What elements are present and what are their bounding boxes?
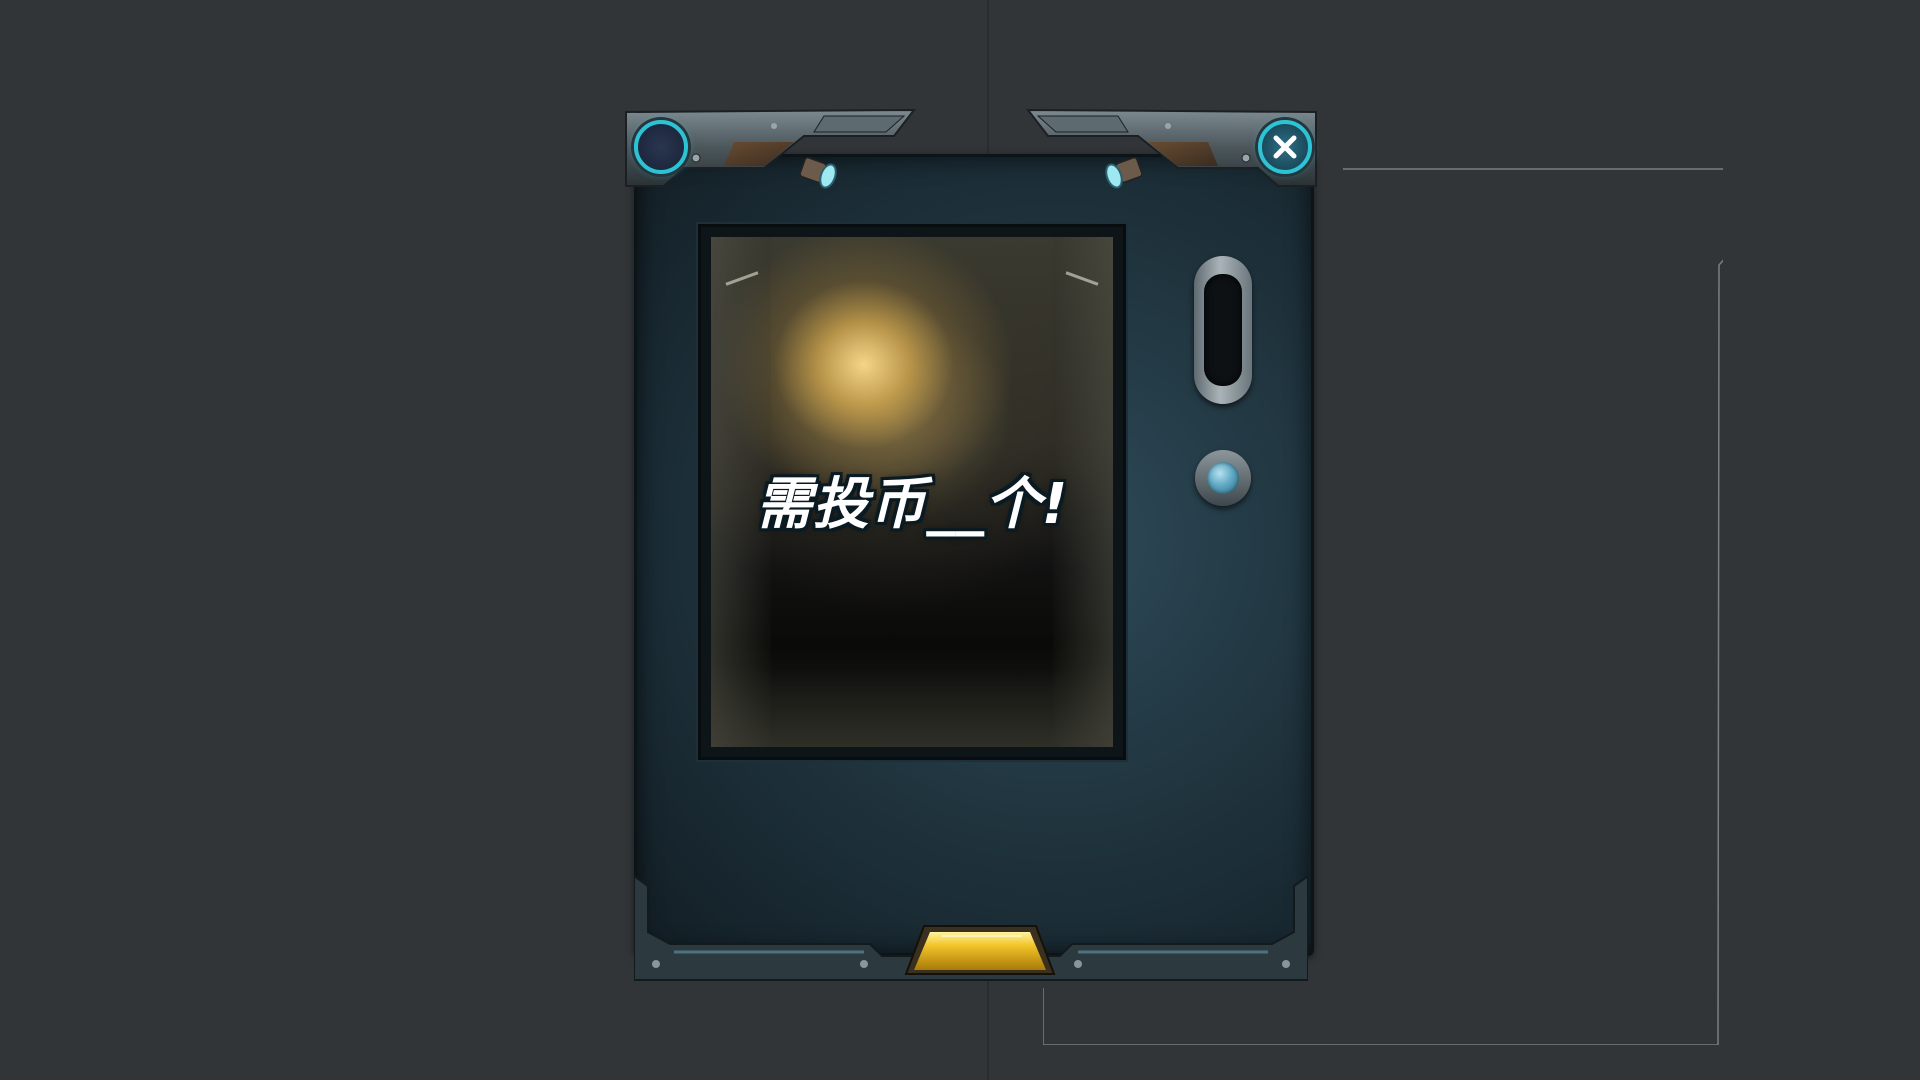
coin-slot-icon bbox=[1204, 274, 1242, 386]
editor-canvas: 需投币__个! bbox=[0, 0, 1920, 1080]
coin-required-text: 需投币__个! bbox=[755, 472, 1069, 537]
close-button[interactable] bbox=[1258, 120, 1312, 174]
lamp-icon bbox=[800, 156, 837, 189]
circle-button-icon[interactable] bbox=[634, 120, 688, 174]
dispense-tray-icon[interactable] bbox=[902, 922, 1058, 978]
display-frame: 需投币__个! bbox=[698, 224, 1126, 760]
push-button[interactable] bbox=[1195, 450, 1251, 506]
vending-machine-panel: 需投币__个! bbox=[624, 106, 1318, 988]
lamp-icon bbox=[1105, 156, 1142, 189]
top-frame bbox=[625, 108, 1317, 187]
close-icon bbox=[1273, 135, 1297, 159]
display-screen: 需投币__个! bbox=[711, 237, 1113, 747]
round-push-button-icon bbox=[1207, 462, 1239, 494]
coin-slot[interactable] bbox=[1194, 256, 1252, 404]
